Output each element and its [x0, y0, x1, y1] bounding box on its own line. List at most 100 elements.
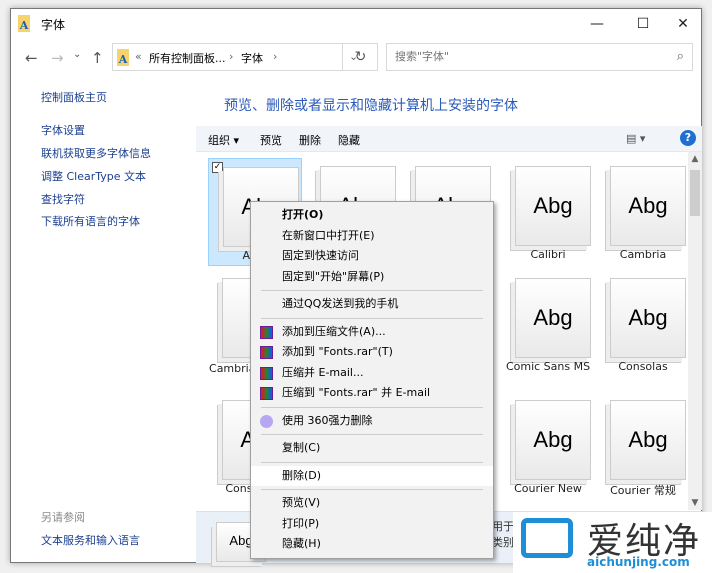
- font-name: Courier 常规: [610, 484, 676, 497]
- checkbox[interactable]: ✓: [212, 162, 223, 173]
- font-file-icon: Abg: [610, 166, 686, 246]
- font-preview-text: Abg: [628, 427, 668, 452]
- menu-item[interactable]: 压缩到 "Fonts.rar" 并 E-mail: [251, 383, 493, 404]
- menu-separator: [261, 406, 483, 408]
- menu-item-label: 固定到"开始"屏幕(P): [282, 269, 385, 283]
- font-preview-text: Abg: [533, 427, 573, 452]
- scroll-up-icon[interactable]: ▲: [688, 154, 702, 164]
- menu-item-label: 预览(V): [282, 496, 321, 509]
- get-more-fonts-link[interactable]: 联机获取更多字体信息: [41, 145, 151, 161]
- watermark: 爱纯净 aichunjing.com: [513, 512, 712, 573]
- search-box[interactable]: ⌕: [386, 43, 693, 71]
- menu-item[interactable]: 打开(O): [251, 205, 493, 226]
- fonts-folder-icon: A: [117, 49, 129, 66]
- font-file-icon: Abg: [515, 278, 591, 358]
- font-item[interactable]: Abg Consolas: [596, 270, 688, 378]
- vertical-scrollbar[interactable]: ▲ ▼: [688, 152, 702, 510]
- font-preview-text: Abg: [533, 305, 573, 330]
- refresh-button[interactable]: ↻: [342, 43, 378, 71]
- font-file-icon: Abg: [610, 278, 686, 358]
- back-button[interactable]: ←: [25, 49, 38, 67]
- watermark-url: aichunjing.com: [587, 555, 690, 569]
- menu-item-label: 添加到 "Fonts.rar"(T): [282, 345, 393, 358]
- navigation-bar: ← → ⌄ ↑ A « 所有控制面板... › 字体 › ⌄ ↻ ⌕: [11, 43, 701, 73]
- breadcrumb-control-panel[interactable]: 所有控制面板...: [149, 50, 226, 66]
- font-item[interactable]: Abg Comic Sans MS: [501, 270, 595, 378]
- delete-button[interactable]: 删除: [299, 132, 321, 148]
- download-fonts-link[interactable]: 下载所有语言的字体: [41, 213, 140, 229]
- menu-item-label: 复制(C): [282, 441, 321, 454]
- fonts-folder-icon: A: [18, 15, 30, 32]
- maximize-button[interactable]: ☐: [623, 11, 663, 37]
- font-preview-text: Abg: [628, 193, 668, 218]
- address-bar[interactable]: A « 所有控制面板... › 字体 › ⌄: [112, 43, 378, 71]
- menu-item-label: 固定到快速访问: [282, 249, 359, 262]
- menu-item[interactable]: 添加到 "Fonts.rar"(T): [251, 342, 493, 363]
- winrar-icon: [260, 325, 273, 339]
- context-menu: 打开(O) 在新窗口中打开(E) 固定到快速访问固定到"开始"屏幕(P) 通过QQ发送…: [250, 201, 494, 559]
- see-also-label: 另请参阅: [41, 511, 85, 524]
- menu-item[interactable]: 预览(V): [251, 493, 493, 514]
- font-settings-link[interactable]: 字体设置: [41, 122, 85, 138]
- text-services-link[interactable]: 文本服务和输入语言: [41, 532, 140, 548]
- menu-item-label: 通过QQ发送到我的手机: [282, 297, 399, 310]
- font-item[interactable]: Abg Calibri: [501, 158, 595, 266]
- menu-item-label: 隐藏(H): [282, 537, 321, 550]
- scroll-down-icon[interactable]: ▼: [688, 498, 702, 508]
- search-input[interactable]: [395, 50, 665, 63]
- forward-button[interactable]: →: [51, 49, 64, 67]
- menu-item[interactable]: 通过QQ发送到我的手机: [251, 294, 493, 315]
- preview-button[interactable]: 预览: [260, 132, 282, 148]
- breadcrumb-fonts[interactable]: 字体: [241, 50, 263, 66]
- control-panel-home-link[interactable]: 控制面板主页: [41, 89, 107, 105]
- 360-icon: [260, 414, 273, 428]
- breadcrumb-overflow[interactable]: «: [135, 50, 142, 63]
- organize-button[interactable]: 组织 ▾: [208, 132, 239, 148]
- font-name: Calibri: [530, 248, 566, 261]
- minimize-button[interactable]: —: [577, 11, 617, 37]
- font-name: Comic Sans MS: [505, 360, 591, 373]
- up-button[interactable]: ↑: [91, 49, 104, 67]
- help-button[interactable]: ?: [680, 130, 696, 146]
- font-file-icon: Abg: [610, 400, 686, 480]
- font-item[interactable]: Abg Courier 常规: [596, 392, 688, 500]
- font-preview-text: Abg: [533, 193, 573, 218]
- menu-item[interactable]: 压缩并 E-mail...: [251, 363, 493, 384]
- view-options-button[interactable]: ▤ ▾: [626, 132, 645, 145]
- menu-item[interactable]: 删除(D): [251, 465, 493, 486]
- menu-item[interactable]: 固定到快速访问: [251, 246, 493, 267]
- menu-item-label: 压缩到 "Fonts.rar" 并 E-mail: [282, 386, 431, 399]
- window-title: 字体: [41, 18, 66, 32]
- details-text: 用于: [492, 520, 514, 533]
- recent-locations-button[interactable]: ⌄: [73, 49, 81, 60]
- menu-item[interactable]: 使用 360强力删除: [251, 411, 493, 432]
- menu-item-label: 添加到压缩文件(A)...: [282, 324, 386, 338]
- menu-separator: [261, 434, 483, 435]
- font-file-icon: Abg: [515, 400, 591, 480]
- font-item[interactable]: Abg Courier New: [501, 392, 595, 500]
- menu-item-label: 压缩并 E-mail...: [282, 365, 364, 379]
- winrar-icon: [260, 366, 273, 380]
- menu-item[interactable]: 添加到压缩文件(A)...: [251, 322, 493, 343]
- menu-item[interactable]: 隐藏(H): [251, 534, 493, 555]
- search-icon[interactable]: ⌕: [677, 49, 684, 64]
- font-item[interactable]: Abg Cambria: [596, 158, 688, 266]
- breadcrumb-separator[interactable]: ›: [273, 50, 277, 63]
- hide-button[interactable]: 隐藏: [338, 132, 360, 148]
- font-name: Consolas: [618, 360, 668, 373]
- menu-separator: [261, 290, 483, 291]
- scroll-thumb[interactable]: [690, 170, 700, 216]
- breadcrumb-separator[interactable]: ›: [229, 50, 233, 63]
- close-button[interactable]: ✕: [663, 11, 703, 37]
- menu-item[interactable]: 在新窗口中打开(E): [251, 226, 493, 247]
- menu-item[interactable]: 打印(P): [251, 514, 493, 535]
- menu-item[interactable]: 复制(C): [251, 438, 493, 459]
- find-character-link[interactable]: 查找字符: [41, 191, 85, 207]
- menu-item[interactable]: 固定到"开始"屏幕(P): [251, 267, 493, 288]
- winrar-icon: [260, 387, 273, 400]
- menu-item-label: 打开(O): [282, 208, 324, 221]
- menu-item-label: 在新窗口中打开(E): [282, 228, 375, 242]
- menu-item-label: 删除(D): [282, 468, 322, 482]
- menu-separator: [261, 461, 483, 463]
- cleartype-link[interactable]: 调整 ClearType 文本: [41, 168, 146, 184]
